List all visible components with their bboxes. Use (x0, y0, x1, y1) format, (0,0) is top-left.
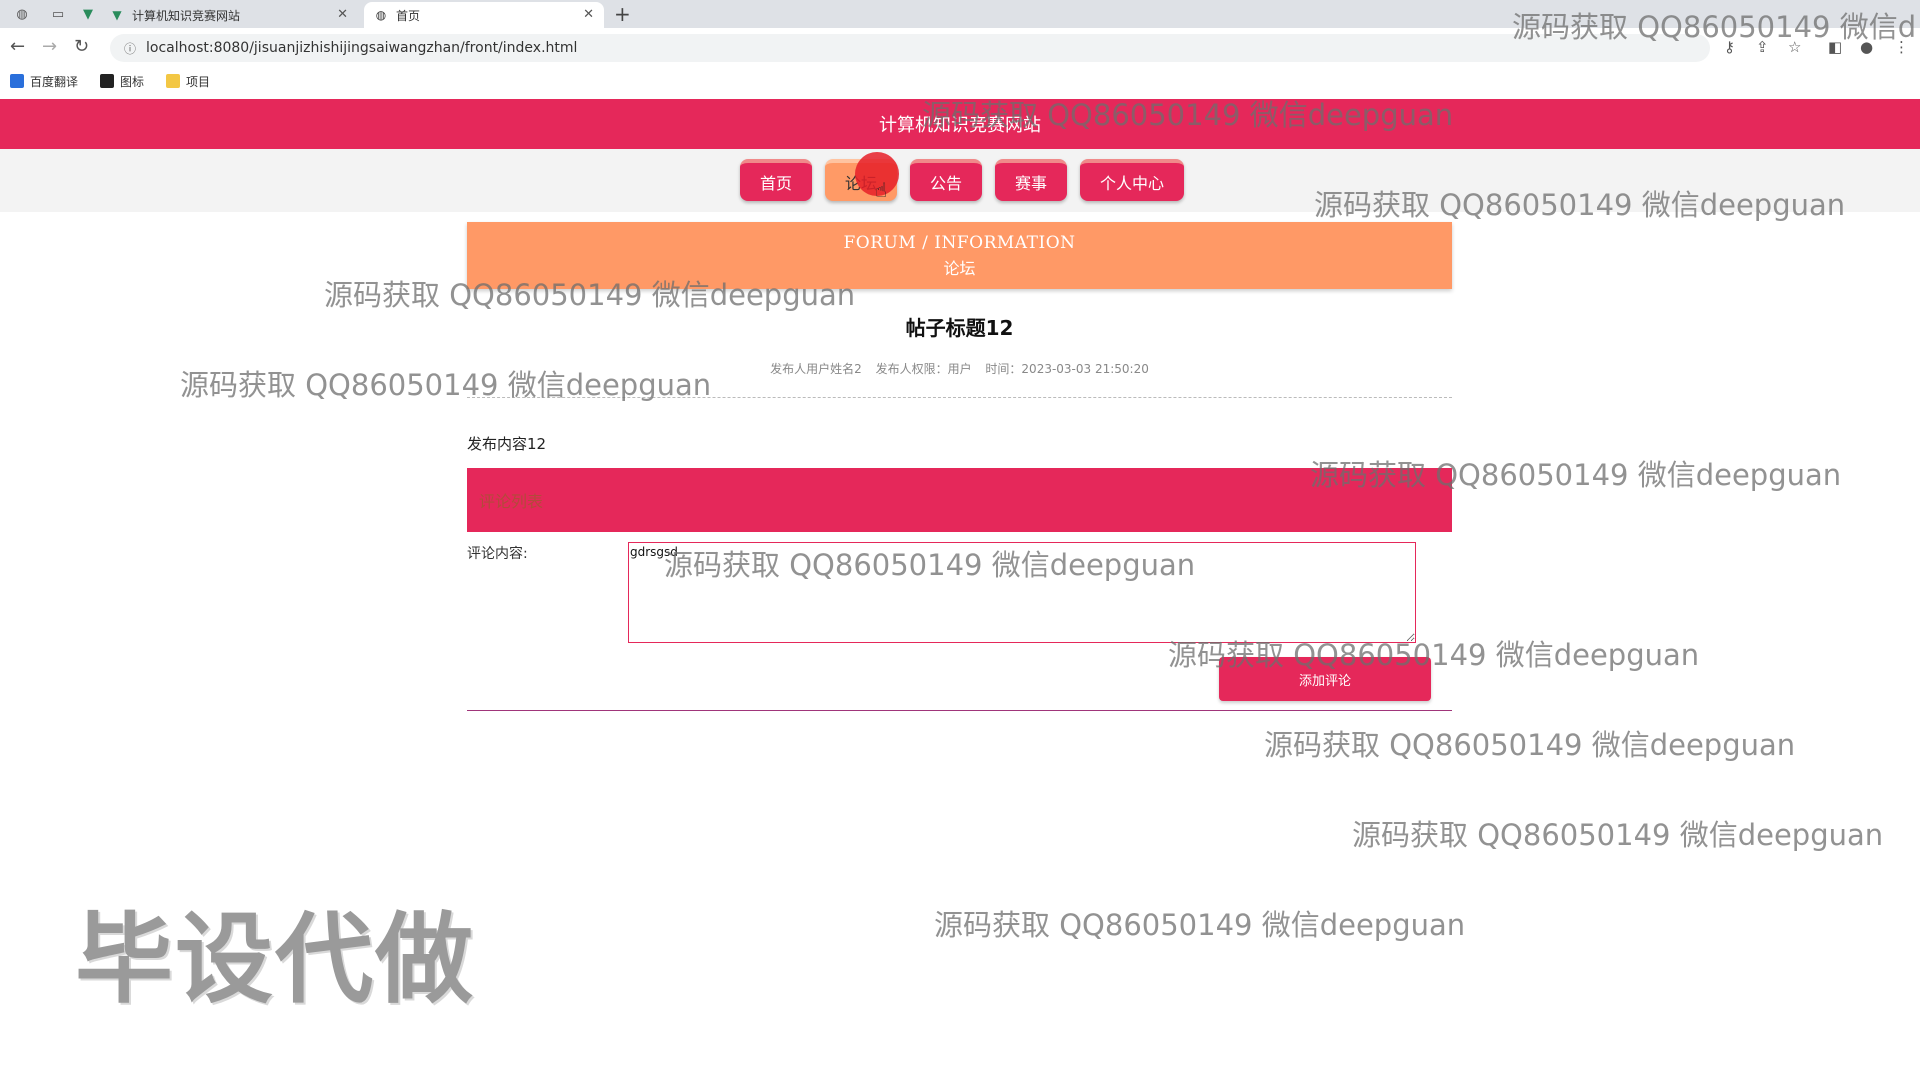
translate-icon (10, 74, 24, 88)
bookmark-item[interactable]: 图标 (100, 73, 144, 90)
forward-icon[interactable]: → (42, 36, 57, 57)
comment-label: 评论内容: (467, 546, 528, 562)
nav-contest[interactable]: 赛事 (995, 159, 1067, 201)
tab-site[interactable]: ▼ 计算机知识竞赛网站 ✕ (100, 2, 358, 28)
globe-icon: ◍ (375, 8, 387, 22)
bookmarks-bar: 百度翻译 图标 项目 (0, 68, 1920, 94)
nav-notice[interactable]: 公告 (910, 159, 982, 201)
post-role: 发布人权限：用户 (875, 362, 972, 376)
watermark: 源码获取 QQ86050149 微信deepguan (934, 908, 1466, 942)
bookmark-item[interactable]: 百度翻译 (10, 73, 78, 90)
tab-home[interactable]: ◍ 首页 ✕ (364, 2, 604, 28)
watermark: 源码获取 QQ86050149 微信d (1512, 10, 1917, 44)
nav-home[interactable]: 首页 (740, 159, 812, 201)
blank-tab-icon[interactable]: ▭ (50, 6, 66, 22)
big-watermark: 毕设代做 (75, 903, 476, 1017)
watermark: 源码获取 QQ86050149 微信deepguan (1264, 728, 1796, 762)
back-icon[interactable]: ← (10, 36, 25, 57)
divider (467, 710, 1452, 711)
watermark: 源码获取 QQ86050149 微信deepguan (1314, 188, 1846, 222)
comment-list-title: 评论列表 (479, 492, 544, 511)
bookmark-label: 百度翻译 (30, 74, 79, 89)
post-time: 时间：2023-03-03 21:50:20 (985, 362, 1149, 376)
close-icon[interactable]: ✕ (583, 7, 594, 22)
watermark: 源码获取 QQ86050149 微信deepguan (664, 548, 1196, 582)
watermark: 源码获取 QQ86050149 微信deepguan (1310, 458, 1842, 492)
watermark: 源码获取 QQ86050149 微信deepguan (180, 368, 712, 402)
nav-user-center[interactable]: 个人中心 (1080, 159, 1184, 201)
folder-icon (166, 74, 181, 88)
close-icon[interactable]: ✕ (337, 7, 348, 22)
bookmark-item[interactable]: 项目 (166, 73, 210, 90)
info-icon: ⓘ (124, 41, 137, 56)
reload-icon[interactable]: ↻ (74, 36, 89, 57)
tab-title: 计算机知识竞赛网站 (132, 8, 241, 23)
vue-icon: ▼ (112, 8, 122, 22)
new-tab-button[interactable]: + (614, 2, 631, 26)
bookmark-label: 项目 (186, 74, 211, 89)
image-icon (100, 74, 115, 88)
watermark: 源码获取 QQ86050149 微信deepguan (324, 278, 856, 312)
post-author: 发布人用户姓名2 (770, 362, 862, 376)
vue-icon[interactable]: ▼ (80, 6, 96, 22)
watermark: 源码获取 QQ86050149 微信deepguan (1168, 638, 1700, 672)
comment-list-header: 评论列表 (467, 468, 1452, 532)
post-content: 发布内容12 (467, 435, 547, 453)
watermark: 源码获取 QQ86050149 微信deepguan (1352, 818, 1884, 852)
hand-cursor-icon: ☝ (875, 178, 888, 202)
bookmark-label: 图标 (120, 74, 145, 89)
post-title: 帖子标题12 (905, 316, 1014, 340)
tab-title: 首页 (396, 8, 421, 23)
globe-icon[interactable]: ◍ (14, 6, 30, 22)
main-nav: 首页 论坛 公告 赛事 个人中心 (740, 159, 1197, 201)
url-field[interactable]: ⓘ localhost:8080/jisuanjizhishijingsaiwa… (110, 34, 1710, 62)
banner-en: FORUM / INFORMATION (843, 233, 1076, 253)
watermark: 源码获取 QQ86050149 微信deepguan (922, 98, 1454, 132)
url-text: localhost:8080/jisuanjizhishijingsaiwang… (146, 40, 578, 56)
